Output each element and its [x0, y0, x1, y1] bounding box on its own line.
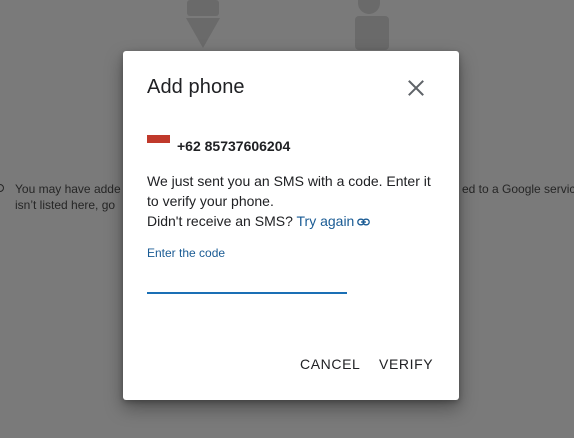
- phone-number-row: +62 85737606204: [147, 135, 290, 157]
- sms-sent-text: We just sent you an SMS with a code. Ent…: [147, 173, 431, 209]
- background-text-line: ed to a Google servic: [462, 182, 574, 196]
- cancel-button[interactable]: CANCEL: [300, 356, 360, 372]
- indonesia-flag-icon: [147, 135, 170, 151]
- code-field-label: Enter the code: [147, 246, 226, 260]
- try-again-link[interactable]: Try again: [297, 213, 371, 229]
- verify-button[interactable]: VERIFY: [379, 356, 433, 372]
- add-phone-dialog: Add phone +62 85737606204 We just sent y…: [123, 51, 459, 400]
- background-illustration-triangle: [186, 18, 220, 48]
- sms-prompt-text: Didn't receive an SMS?: [147, 213, 293, 229]
- background-illustration-block: [187, 0, 219, 16]
- link-icon: [357, 218, 371, 226]
- close-button[interactable]: [404, 76, 428, 100]
- sms-message: We just sent you an SMS with a code. Ent…: [147, 171, 442, 231]
- code-input[interactable]: [147, 264, 347, 294]
- dialog-title: Add phone: [147, 76, 245, 98]
- close-icon: [408, 80, 424, 96]
- background-text-line: You may have adde: [15, 182, 121, 196]
- background-illustration-square: [355, 16, 389, 50]
- background-text-line: isn’t listed here, go: [15, 198, 116, 212]
- try-again-label: Try again: [296, 213, 355, 229]
- phone-number: +62 85737606204: [177, 138, 291, 154]
